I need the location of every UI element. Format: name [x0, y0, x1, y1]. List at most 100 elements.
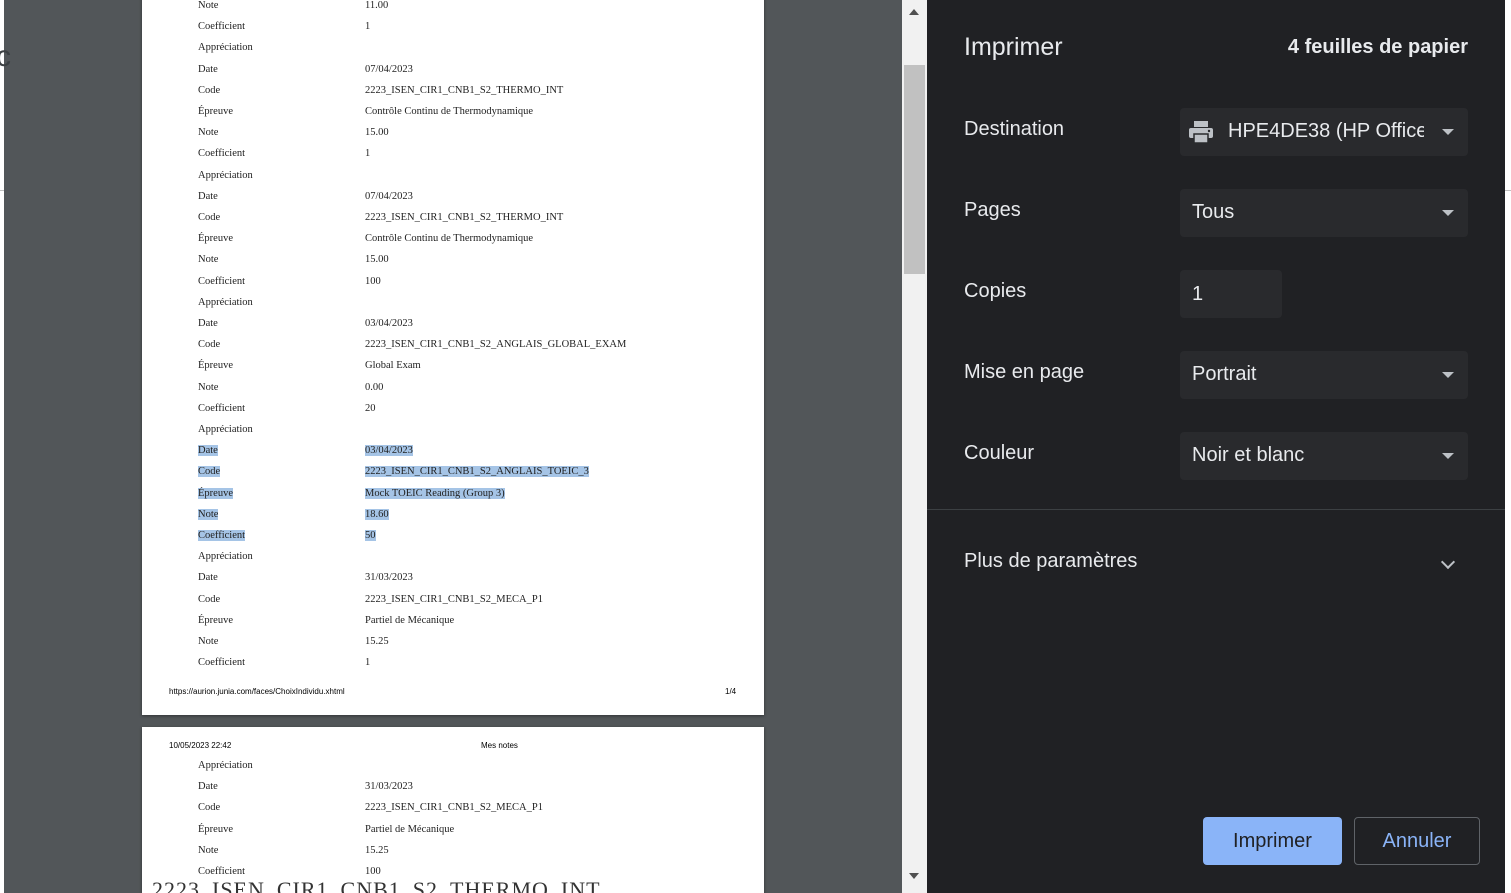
grade-field-label: Code [198, 339, 221, 351]
grade-field-label: Épreuve [198, 487, 233, 499]
grade-field-value: 31/03/2023 [365, 572, 413, 584]
grade-field-label: Coefficient [198, 21, 246, 33]
grade-row: Note 0.00 [142, 380, 764, 398]
scroll-down-arrow-icon[interactable] [909, 873, 919, 879]
grade-row: Code 2223_ISEN_CIR1_CNB1_S2_ANGLAIS_GLOBA… [142, 337, 764, 355]
grade-field-value: 1 [365, 148, 371, 160]
grade-field-label: Code [198, 212, 221, 223]
grade-field-label: Épreuve [198, 823, 233, 835]
bottom-cutoff-text: 2223_ISEN_CIR1_CNB1_S2_THERMO_INT [152, 877, 601, 893]
grade-row: Appréciation [142, 295, 764, 313]
grade-field-value: Contrôle Continu de Thermodynamique [365, 106, 534, 117]
cancel-button[interactable]: Annuler [1354, 817, 1480, 865]
grade-row: Note 11.00 [142, 0, 764, 16]
copies-label: Copies [964, 280, 1027, 302]
grade-field-label: Date [198, 572, 218, 584]
layout-value: Portrait [1192, 363, 1257, 385]
copies-input[interactable] [1180, 270, 1282, 318]
grade-field-value: 03/04/2023 [365, 318, 413, 329]
grade-row: Coefficient 20 [142, 401, 764, 419]
grade-row: Coefficient 1 [142, 655, 764, 673]
page-header-date: 10/05/2023 22:42 [169, 741, 232, 750]
pages-select[interactable]: Tous [1180, 189, 1468, 237]
grade-field-value: 100 [365, 866, 381, 877]
grade-field-label: Code [198, 466, 221, 478]
grade-field-value: 03/04/2023 [365, 445, 413, 457]
color-value: Noir et blanc [1192, 444, 1305, 466]
grade-row: Appréciation [142, 549, 764, 567]
grade-field-label: Coefficient [198, 866, 246, 877]
grade-field-label: Date [198, 781, 218, 793]
scrollbar-thumb[interactable] [904, 65, 925, 274]
grade-row: Date 31/03/2023 [142, 779, 764, 797]
grade-field-value: 11.00 [365, 0, 389, 11]
grade-field-label: Épreuve [198, 614, 233, 626]
dropdown-arrow-icon [1442, 210, 1454, 216]
grade-row: Coefficient 1 [142, 19, 764, 37]
grade-field-label: Appréciation [198, 296, 253, 308]
grade-row: Date 07/04/2023 [142, 189, 764, 207]
preview-scrollbar[interactable] [902, 0, 927, 893]
grade-field-label: Note [198, 508, 219, 520]
grade-field-value: 2223_ISEN_CIR1_CNB1_S2_ANGLAIS_TOEIC_3 [365, 466, 589, 478]
grade-row: Épreuve Contrôle Continu de Thermodynamiq… [142, 104, 764, 122]
grade-field-value: 20 [365, 402, 376, 414]
grade-row: Note 18.60 [142, 507, 764, 525]
dropdown-arrow-icon [1442, 372, 1454, 378]
grade-field-label: Note [198, 127, 219, 139]
grade-row: Coefficient 1 [142, 146, 764, 164]
grade-field-value: Contrôle Continu de Thermodynamique [365, 233, 534, 245]
grade-field-label: Date [198, 63, 218, 75]
settings-divider [927, 509, 1505, 510]
color-select[interactable]: Noir et blanc [1180, 432, 1468, 480]
print-preview-area[interactable]: c https://aurion.junia.com/faces/ChoixIn… [0, 0, 927, 893]
grade-field-value: Global Exam [365, 360, 421, 372]
grade-field-label: Date [198, 445, 218, 457]
layout-select[interactable]: Portrait [1180, 351, 1468, 399]
grade-field-label: Épreuve [198, 233, 233, 245]
scroll-up-arrow-icon[interactable] [909, 9, 919, 15]
chevron-down-icon[interactable] [1440, 554, 1456, 570]
grade-row: Date 03/04/2023 [142, 443, 764, 461]
color-label: Couleur [964, 442, 1035, 464]
sheet-count: 4 feuilles de papier [1287, 36, 1468, 58]
grade-field-value: 2223_ISEN_CIR1_CNB1_S2_MECA_P1 [365, 802, 543, 814]
background-glyph: c [0, 40, 11, 73]
grade-field-value: 2223_ISEN_CIR1_CNB1_S2_THERMO_INT [365, 212, 564, 223]
dropdown-arrow-icon [1442, 453, 1454, 459]
grade-field-label: Épreuve [198, 360, 233, 372]
grade-field-label: Code [198, 593, 221, 605]
grade-field-value: 0.00 [365, 381, 384, 393]
grade-field-label: Coefficient [198, 530, 246, 541]
grade-field-value: Partiel de Mécanique [365, 823, 455, 835]
grade-field-value: 18.60 [365, 508, 389, 520]
grade-field-label: Note [198, 254, 219, 266]
grade-field-value: 100 [365, 275, 381, 287]
layout-label: Mise en page [964, 361, 1085, 383]
grade-field-label: Note [198, 844, 219, 856]
grade-field-label: Note [198, 0, 219, 11]
copies-field[interactable] [1180, 270, 1282, 318]
grade-row: Épreuve Partiel de Mécanique [142, 822, 764, 840]
grade-field-value: 15.00 [365, 127, 389, 139]
grade-row: Coefficient 50 [142, 528, 764, 546]
grade-row: Appréciation [142, 758, 764, 776]
grade-field-label: Note [198, 381, 219, 393]
destination-select[interactable]: HPE4DE38 (HP OfficeJet Pro 8020 series) [1180, 108, 1468, 156]
grade-field-label: Épreuve [198, 106, 233, 117]
grade-field-label: Coefficient [198, 148, 246, 160]
grade-row: Appréciation [142, 168, 764, 186]
grade-field-label: Code [198, 84, 221, 96]
grade-field-value: Partiel de Mécanique [365, 614, 455, 626]
grade-field-value: 2223_ISEN_CIR1_CNB1_S2_MECA_P1 [365, 593, 543, 605]
grade-field-label: Date [198, 318, 218, 329]
background-divider [1505, 190, 1511, 191]
print-button[interactable]: Imprimer [1203, 817, 1342, 865]
more-settings-toggle[interactable]: Plus de paramètres [964, 550, 1137, 573]
background-divider [0, 190, 4, 191]
grade-row: Code 2223_ISEN_CIR1_CNB1_S2_MECA_P1 [142, 592, 764, 610]
print-settings-panel: Imprimer 4 feuilles de papier Destinatio… [927, 0, 1505, 893]
grade-field-value: 31/03/2023 [365, 781, 413, 793]
grade-row: Épreuve Contrôle Continu de Thermodynamiq… [142, 231, 764, 249]
grade-row: Épreuve Global Exam [142, 358, 764, 376]
